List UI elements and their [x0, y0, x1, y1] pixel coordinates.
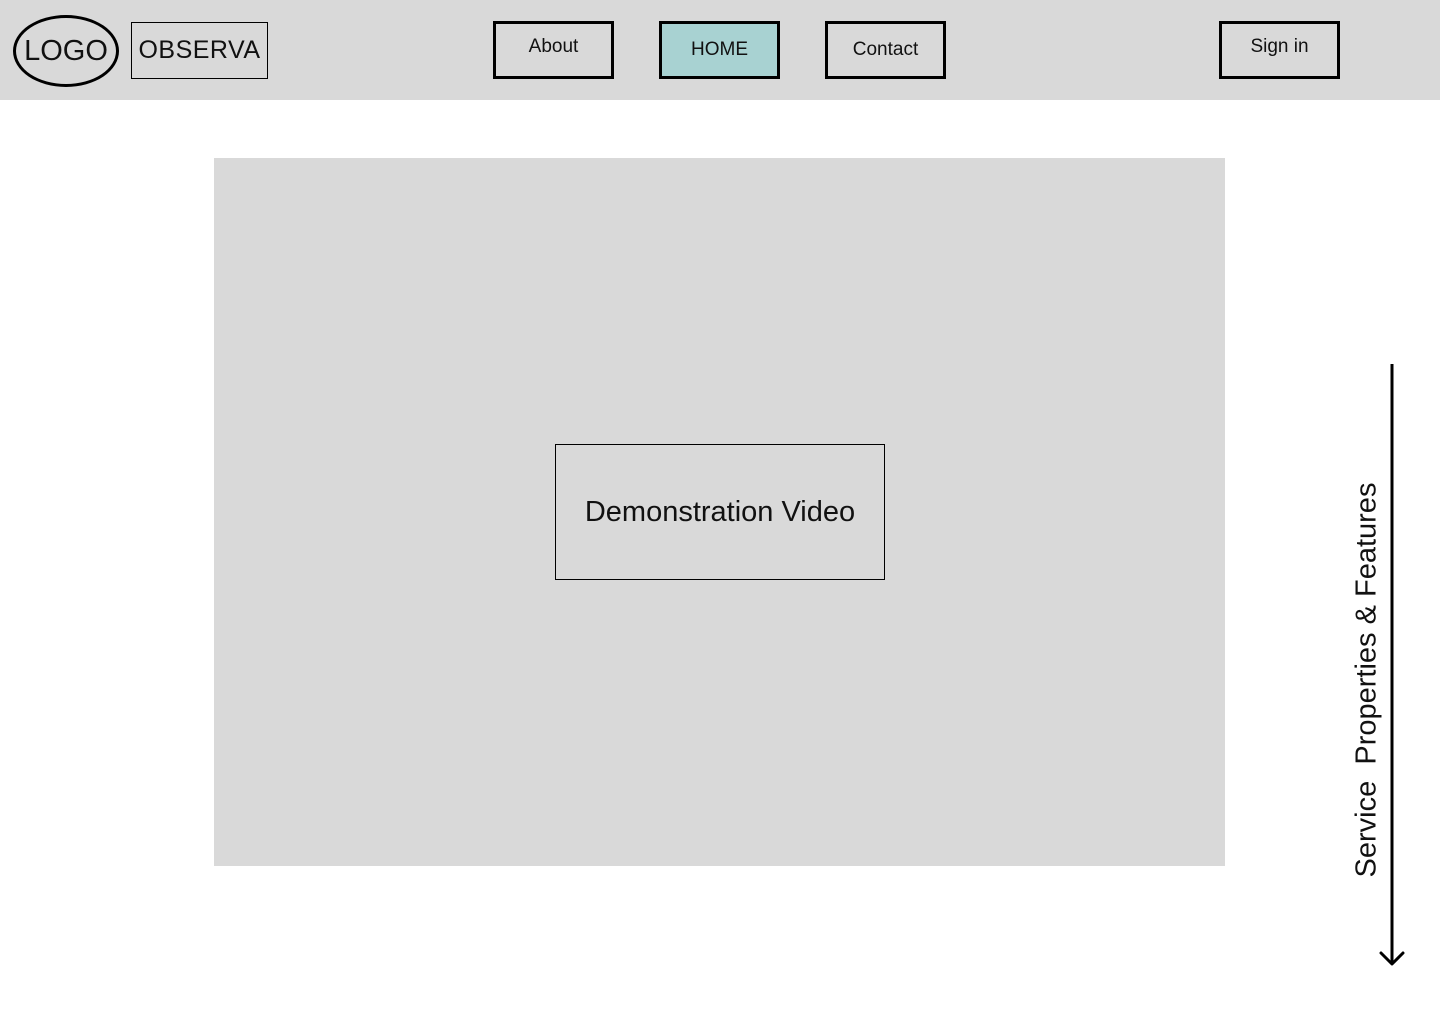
hero-section: Demonstration Video	[214, 158, 1225, 866]
nav-home-label: HOME	[691, 39, 748, 60]
demo-video-placeholder[interactable]: Demonstration Video	[555, 444, 885, 580]
nav-home-button[interactable]: HOME	[659, 21, 780, 79]
brand-name-text: OBSERVA	[138, 36, 261, 64]
nav-contact-button[interactable]: Contact	[825, 21, 946, 79]
logo-text: LOGO	[24, 34, 108, 67]
arrow-down-icon[interactable]	[1378, 364, 1406, 968]
sign-in-button[interactable]: Sign in	[1219, 21, 1340, 79]
logo[interactable]: LOGO	[13, 15, 119, 87]
brand-name: OBSERVA	[131, 22, 268, 79]
demo-video-label: Demonstration Video	[584, 495, 856, 528]
nav-about-label: About	[528, 36, 579, 57]
nav-about-button[interactable]: About	[493, 21, 614, 79]
sign-in-label: Sign in	[1250, 36, 1309, 57]
header: LOGO OBSERVA About HOME Contact Sign in	[0, 0, 1440, 100]
nav-contact-label: Contact	[852, 39, 919, 60]
